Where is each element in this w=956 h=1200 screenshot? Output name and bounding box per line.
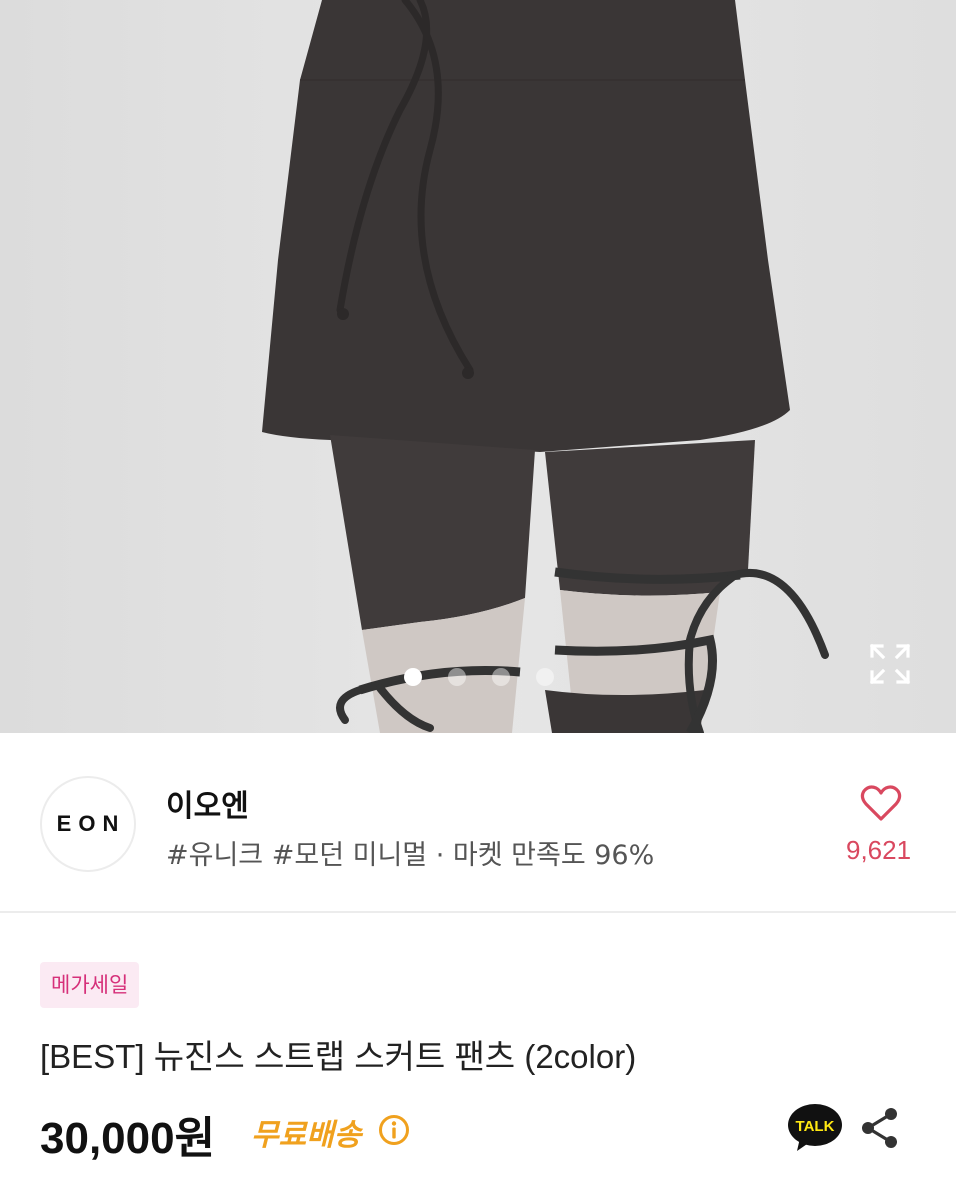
store-logo-text: EON [56, 811, 126, 836]
pagination-dot[interactable] [536, 668, 554, 686]
pagination-dot-active[interactable] [404, 668, 422, 686]
kakao-talk-label: TALK [796, 1118, 835, 1135]
info-icon[interactable] [377, 1113, 411, 1147]
heart-outline-icon[interactable] [860, 783, 902, 823]
store-info-row[interactable]: EON 이오엔 #유니크 #모던 미니멀 · 마켓 만족도 96% 9,621 [0, 733, 956, 913]
expand-icon[interactable] [868, 642, 912, 686]
product-title: [BEST] 뉴진스 스트랩 스커트 팬츠 (2color) [40, 1038, 637, 1075]
pagination-dot[interactable] [448, 668, 466, 686]
product-price: 30,000원 [40, 1114, 216, 1163]
pagination-dot[interactable] [492, 668, 510, 686]
gallery-pagination [404, 668, 554, 686]
kakao-talk-icon[interactable]: TALK [786, 1102, 844, 1154]
like-count: 9,621 [846, 835, 912, 865]
share-icon[interactable] [858, 1106, 902, 1150]
product-photo [262, 0, 829, 733]
store-name[interactable]: 이오엔 [166, 781, 249, 825]
free-shipping-label: 무료배송 [251, 1118, 362, 1153]
mega-sale-badge: 메가세일 [40, 962, 140, 1008]
store-logo[interactable]: EON [40, 776, 136, 872]
store-tags: #유니크 #모던 미니멀 · 마켓 만족도 96% [166, 840, 655, 871]
product-image-gallery[interactable] [0, 0, 956, 733]
